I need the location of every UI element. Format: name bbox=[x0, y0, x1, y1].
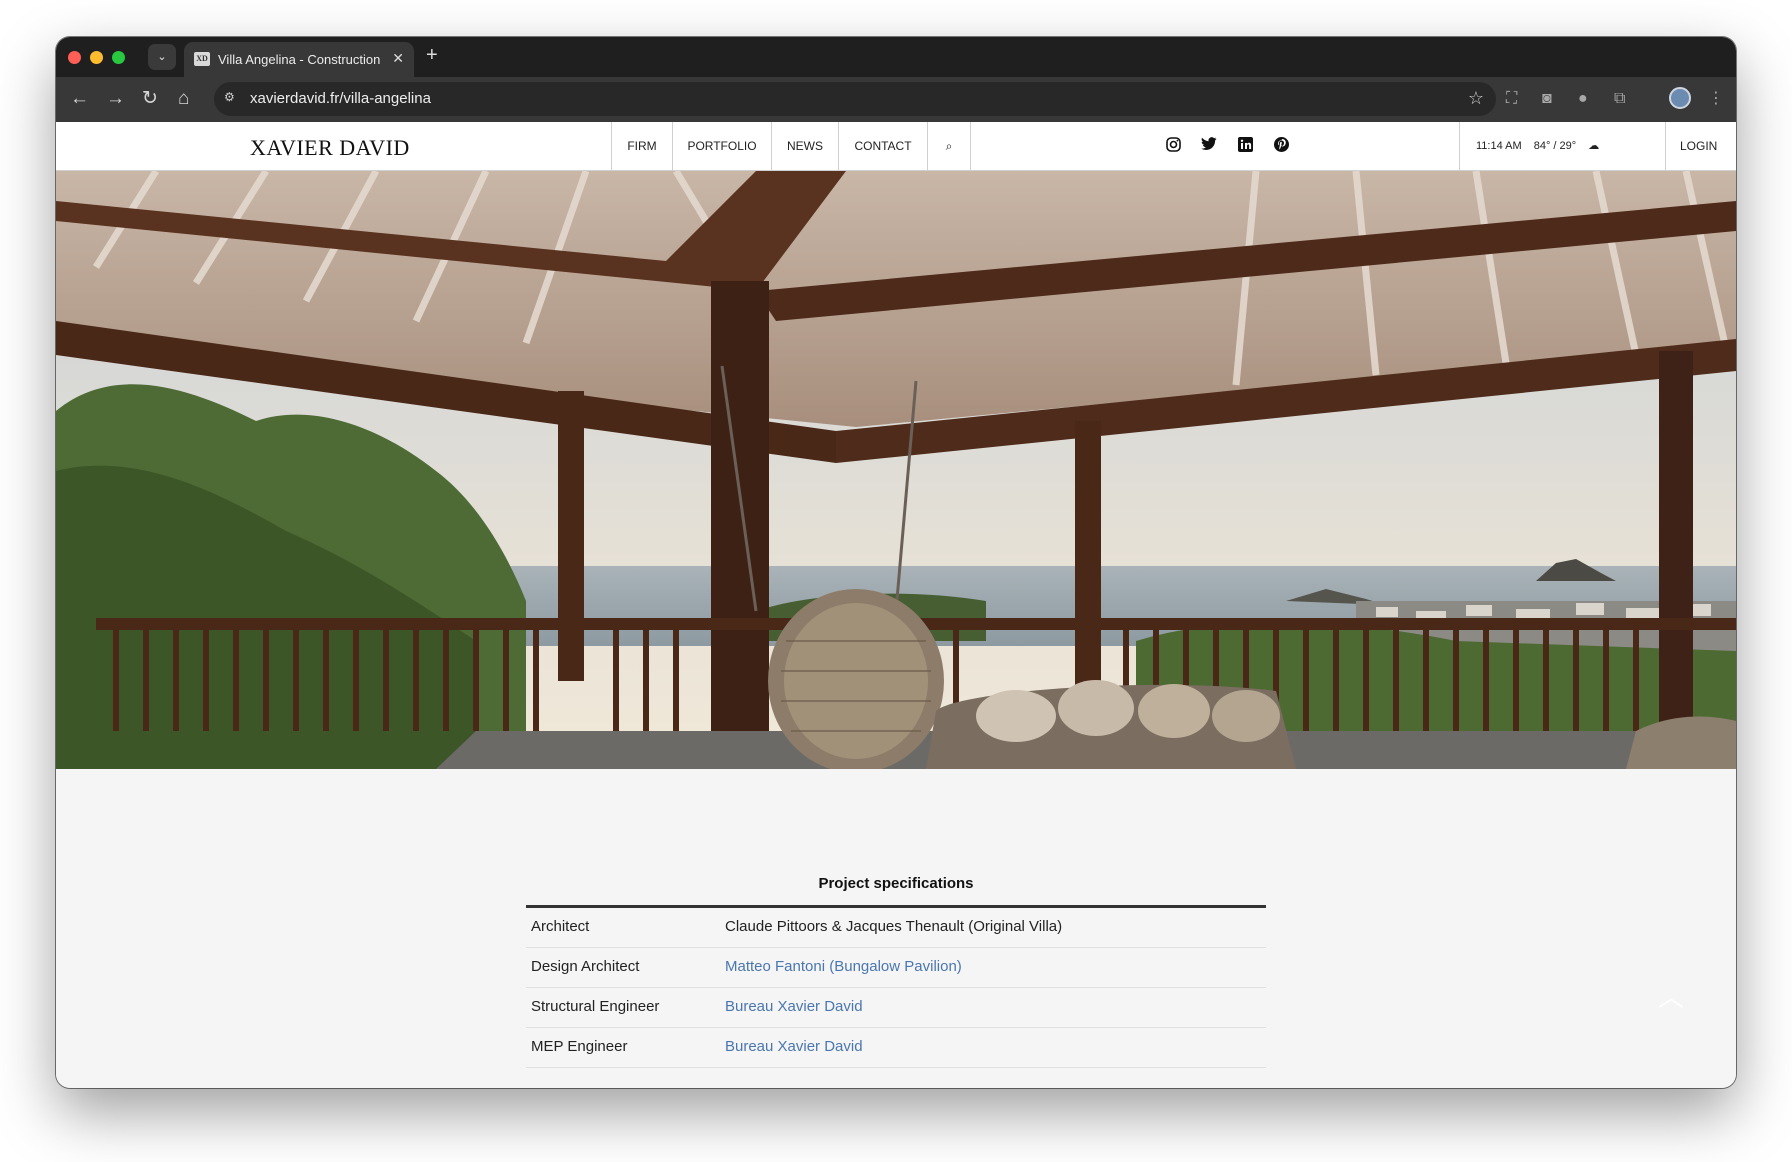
site-header: XAVIER DAVID FIRM PORTFOLIO NEWS CONTACT… bbox=[56, 122, 1736, 171]
extension-circle-icon[interactable]: ● bbox=[1578, 88, 1588, 110]
content-area: Project specifications Architect Claude … bbox=[56, 769, 1736, 1088]
header-divider bbox=[1459, 122, 1460, 170]
login-link[interactable]: LOGIN bbox=[1680, 122, 1717, 170]
spec-value-link[interactable]: Bureau Xavier David bbox=[725, 1038, 863, 1055]
scroll-to-top-icon[interactable]: ︿ bbox=[1656, 984, 1686, 1010]
screenshot-icon[interactable]: ⛶ bbox=[1506, 88, 1517, 110]
nav-portfolio[interactable]: PORTFOLIO bbox=[672, 122, 771, 170]
browser-window: ⌄ XD Villa Angelina - Construction ✕ + ←… bbox=[56, 37, 1736, 1088]
zoom-window-button[interactable] bbox=[112, 51, 125, 64]
partly-cloudy-icon: ☁ bbox=[1588, 140, 1600, 152]
specs-title: Project specifications bbox=[818, 875, 974, 892]
reload-icon[interactable]: ↻ bbox=[142, 87, 158, 111]
table-row: Structural Engineer Bureau Xavier David bbox=[526, 988, 1266, 1028]
search-icon[interactable]: ⌕ bbox=[927, 122, 971, 170]
temperature: 84° / 29° bbox=[1533, 140, 1577, 152]
header-divider bbox=[1665, 122, 1666, 170]
spec-value: Claude Pittoors & Jacques Thenault (Orig… bbox=[725, 918, 1063, 935]
back-icon[interactable]: ← bbox=[70, 87, 89, 111]
local-time: 11:14 AM bbox=[1476, 140, 1522, 152]
url-text[interactable]: xavierdavid.fr/villa-angelina bbox=[250, 90, 431, 107]
weather-widget: 11:14 AM 84° / 29° ☁ bbox=[1476, 122, 1608, 170]
minimize-window-button[interactable] bbox=[90, 51, 103, 64]
address-bar[interactable]: ⚙ xavierdavid.fr/villa-angelina ☆ bbox=[214, 82, 1496, 116]
close-window-button[interactable] bbox=[68, 51, 81, 64]
site-favicon: XD bbox=[194, 52, 210, 66]
hero-image bbox=[56, 171, 1736, 769]
spec-value-link[interactable]: Matteo Fantoni (Bungalow Pavilion) bbox=[725, 958, 962, 975]
spec-label: Architect bbox=[531, 918, 590, 935]
forward-icon[interactable]: → bbox=[106, 87, 125, 111]
tab-list-button[interactable]: ⌄ bbox=[148, 44, 176, 70]
twitter-icon[interactable] bbox=[1201, 137, 1217, 153]
spec-value-link[interactable]: Bureau Xavier David bbox=[725, 998, 863, 1015]
puzzle-icon[interactable]: ⧉ bbox=[1614, 88, 1625, 110]
profile-avatar[interactable] bbox=[1669, 87, 1691, 109]
table-row: MEP Engineer Bureau Xavier David bbox=[526, 1028, 1266, 1068]
tab-strip: ⌄ XD Villa Angelina - Construction ✕ + bbox=[56, 37, 1736, 77]
nav-firm[interactable]: FIRM bbox=[611, 122, 672, 170]
linkedin-icon[interactable] bbox=[1237, 137, 1253, 153]
instagram-icon[interactable] bbox=[1165, 137, 1181, 153]
spec-label: MEP Engineer bbox=[531, 1038, 628, 1055]
site-info-icon[interactable]: ⚙ bbox=[224, 90, 235, 104]
site-logo[interactable]: XAVIER DAVID bbox=[250, 135, 410, 161]
bookmark-star-icon[interactable]: ☆ bbox=[1468, 88, 1484, 109]
tab-close-icon[interactable]: ✕ bbox=[392, 50, 404, 67]
table-row: Design Architect Matteo Fantoni (Bungalo… bbox=[526, 948, 1266, 988]
camera-icon[interactable]: ◙ bbox=[1542, 88, 1552, 110]
pinterest-icon[interactable] bbox=[1273, 137, 1289, 153]
table-row: Architect Claude Pittoors & Jacques Then… bbox=[526, 908, 1266, 948]
spec-label: Structural Engineer bbox=[531, 998, 660, 1015]
new-tab-button[interactable]: + bbox=[426, 44, 438, 67]
nav-news[interactable]: NEWS bbox=[771, 122, 838, 170]
tab-active[interactable]: XD Villa Angelina - Construction ✕ bbox=[184, 42, 414, 77]
spec-label: Design Architect bbox=[531, 958, 640, 975]
tab-title: Villa Angelina - Construction bbox=[218, 52, 381, 67]
nav-contact[interactable]: CONTACT bbox=[838, 122, 927, 170]
browser-toolbar: ← → ↻ ⌂ ⚙ xavierdavid.fr/villa-angelina … bbox=[56, 77, 1736, 122]
menu-dots-icon[interactable]: ⋮ bbox=[1708, 88, 1724, 110]
home-icon[interactable]: ⌂ bbox=[178, 87, 189, 111]
